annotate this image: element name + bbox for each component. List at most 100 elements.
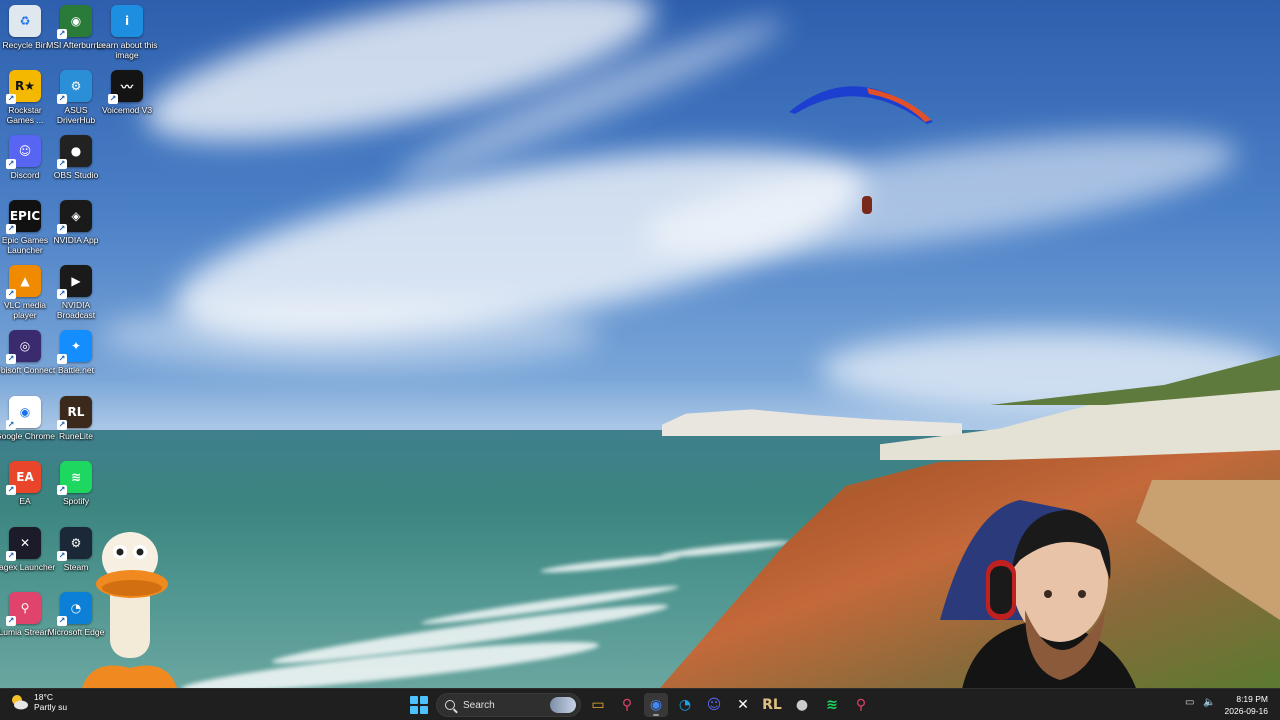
desktop-icon-rockstar[interactable]: R★ ↗ Rockstar Games ... (0, 70, 50, 132)
paraglider-wing (789, 86, 933, 124)
shortcut-arrow-icon: ↗ (57, 224, 67, 234)
shortcut-arrow-icon: ↗ (6, 224, 16, 234)
shortcut-arrow-icon: ↗ (57, 159, 67, 169)
system-clock[interactable]: 8:19 PM 2026-09-16 (1225, 693, 1268, 717)
taskbar-app-lumia-stream[interactable]: ⚲ (615, 693, 639, 717)
shortcut-arrow-icon: ↗ (6, 616, 16, 626)
desktop-icon-chrome[interactable]: ◉ ↗ Google Chrome (0, 396, 55, 458)
ubisoft-icon: ◎ ↗ (6, 330, 41, 364)
weather-temp: 18°C (34, 692, 53, 702)
shortcut-arrow-icon: ↗ (6, 485, 16, 495)
obs-icon: ● (795, 697, 809, 713)
taskbar-app-runelite[interactable]: RL (760, 693, 784, 717)
taskbar-app-chrome[interactable]: ◉ (644, 693, 668, 717)
desktop-icon-discord[interactable]: ☺ ↗ Discord (0, 135, 50, 197)
desktop-icon-label: NVIDIA Broadcast (56, 300, 96, 320)
shortcut-arrow-icon: ↗ (108, 94, 118, 104)
taskbar-app-edge[interactable]: ◔ (673, 693, 697, 717)
taskbar-app-jagex-launcher[interactable]: ✕ (731, 693, 755, 717)
desktop-icon-label: Spotify (63, 496, 89, 506)
taskbar-app-obs-studio[interactable]: ● (790, 693, 814, 717)
taskbar: 18°C Partly su Search ▭ ⚲ ◉ ◔ ☺ ✕ RL ● ≋ ⚲ ▭ 🔈 8:… (0, 688, 1280, 720)
info-icon: i (111, 5, 143, 37)
shortcut-arrow-icon: ↗ (6, 420, 16, 430)
partly-sunny-icon (12, 695, 28, 710)
shortcut-arrow-icon: ↗ (57, 551, 67, 561)
ea-icon: EA ↗ (6, 461, 41, 495)
asus-driverhub-icon: ⚙ ↗ (57, 70, 92, 104)
windows-logo-icon (410, 696, 419, 705)
start-button[interactable] (410, 696, 428, 714)
msi-afterburner-icon: ◉ ↗ (57, 5, 92, 39)
cloud (100, 300, 600, 370)
taskbar-search[interactable]: Search (436, 693, 581, 717)
shortcut-arrow-icon: ↗ (57, 29, 67, 39)
shortcut-arrow-icon: ↗ (57, 94, 67, 104)
taskbar-app-file-explorer[interactable]: ▭ (586, 693, 610, 717)
running-indicator (653, 714, 659, 716)
webcam-overlay (940, 500, 1140, 700)
desktop-icon-spotify[interactable]: ≋ ↗ Spotify (51, 461, 101, 523)
shortcut-arrow-icon: ↗ (6, 551, 16, 561)
desktop-icon-label: OBS Studio (53, 170, 99, 180)
edge-icon: ◔ (678, 697, 692, 713)
shortcut-arrow-icon: ↗ (57, 354, 67, 364)
obs-icon: ● ↗ (57, 135, 92, 169)
vlc-icon: ▲ ↗ (6, 265, 41, 299)
lumia-stream-icon: ⚲ ↗ (6, 592, 41, 626)
chrome-icon: ◉ ↗ (6, 396, 41, 430)
clock-date: 2026-09-16 (1224, 706, 1268, 716)
goose-mascot-image (82, 532, 177, 688)
desktop-icon-jagex[interactable]: ✕ ↗ Jagex Launcher (0, 527, 55, 589)
volume-icon[interactable]: 🔈 (1203, 697, 1215, 708)
desktop-icon-nvidia-broadcast[interactable]: ▶ ↗ NVIDIA Broadcast (51, 265, 101, 327)
chrome-icon: ◉ (649, 697, 663, 713)
lumia-stream-icon: ⚲ (621, 697, 633, 713)
taskbar-app-discord[interactable]: ☺ (702, 693, 726, 717)
desktop-icon-label: Learn about this image (96, 40, 158, 60)
paraglider-pilot (862, 196, 872, 214)
shortcut-arrow-icon: ↗ (6, 354, 16, 364)
network-icon[interactable]: ▭ (1185, 697, 1194, 708)
taskbar-app-spotify[interactable]: ≋ (820, 693, 844, 717)
desktop-icon-info[interactable]: i Learn about this image (97, 5, 157, 67)
desktop-icon-label: Battle.net (58, 365, 94, 375)
nvidia-icon: ◈ ↗ (57, 200, 92, 234)
shortcut-arrow-icon: ↗ (57, 289, 67, 299)
desktop-icon-nvidia[interactable]: ◈ ↗ NVIDIA App (51, 200, 101, 262)
desktop-icon-recycle-bin[interactable]: ♻ Recycle Bin (0, 5, 50, 67)
taskbar-app-lumia-stream-2[interactable]: ⚲ (849, 693, 873, 717)
desktop-icon-epic-games[interactable]: EPIC ↗ Epic Games Launcher (0, 200, 50, 262)
epic-games-icon: EPIC ↗ (6, 200, 41, 234)
desktop-icon-voicemod[interactable]: 〰 ↗ Voicemod V3 (102, 70, 152, 132)
discord-icon: ☺ ↗ (6, 135, 41, 169)
desktop-icon-ea[interactable]: EA ↗ EA (0, 461, 50, 523)
desktop-icon-lumia-stream[interactable]: ⚲ ↗ Lumia Stream (0, 592, 51, 654)
shortcut-arrow-icon: ↗ (57, 485, 67, 495)
battlenet-icon: ✦ ↗ (57, 330, 92, 364)
jagex-icon: ✕ ↗ (6, 527, 41, 561)
desktop-icon-runelite[interactable]: RL ↗ RuneLite (51, 396, 101, 458)
desktop-icon-battlenet[interactable]: ✦ ↗ Battle.net (51, 330, 101, 392)
desktop-icon-asus-driverhub[interactable]: ⚙ ↗ ASUS DriverHub (51, 70, 101, 132)
rockstar-icon: R★ ↗ (6, 70, 41, 104)
shortcut-arrow-icon: ↗ (6, 94, 16, 104)
desktop-icon-msi-afterburner[interactable]: ◉ ↗ MSI Afterburner (46, 5, 106, 67)
desktop-icon-ubisoft[interactable]: ◎ ↗ Ubisoft Connect (0, 330, 55, 392)
shortcut-arrow-icon: ↗ (57, 616, 67, 626)
file-explorer-icon: ▭ (591, 697, 605, 713)
jagex-icon: ✕ (737, 697, 749, 713)
search-label: Search (463, 699, 495, 711)
shortcut-arrow-icon: ↗ (6, 289, 16, 299)
desktop-icon-obs[interactable]: ● ↗ OBS Studio (51, 135, 101, 197)
desktop-icon-label: Voicemod V3 (101, 105, 153, 115)
desktop-icon-vlc[interactable]: ▲ ↗ VLC media player (0, 265, 50, 327)
runelite-icon: RL (762, 697, 782, 713)
spotify-icon: ≋ ↗ (57, 461, 92, 495)
weather-description: Partly su (34, 702, 68, 712)
weather-widget[interactable]: 18°C Partly su (10, 692, 67, 712)
lumia-stream-icon: ⚲ (855, 697, 867, 713)
spotify-icon: ≋ (826, 697, 838, 713)
runelite-icon: RL ↗ (57, 396, 92, 430)
shortcut-arrow-icon: ↗ (6, 159, 16, 169)
